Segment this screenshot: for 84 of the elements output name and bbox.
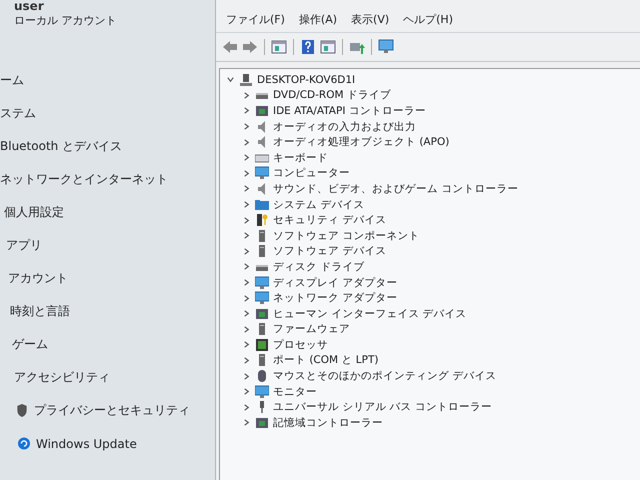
tree-item[interactable]: キーボード	[273, 150, 328, 165]
chevron-icon[interactable]	[242, 294, 251, 303]
chevron-icon[interactable]	[242, 246, 251, 256]
nav-item[interactable]: 時刻と言語	[10, 303, 70, 320]
chevron-icon[interactable]	[226, 75, 235, 84]
menu-item[interactable]: 操作(A)	[298, 12, 338, 32]
tree-item[interactable]: 記憶域コントローラー	[273, 416, 383, 430]
chevron-icon[interactable]	[242, 309, 251, 318]
tree-item[interactable]: ディスク ドライブ	[273, 260, 364, 274]
menu-item[interactable]: 表示(V)	[351, 12, 390, 32]
tree-item[interactable]: ポート (COM と LPT)	[273, 353, 378, 368]
chevron-icon[interactable]	[242, 153, 251, 162]
tree-item[interactable]: オーディオの入力および出力	[273, 120, 416, 134]
back-arrow-icon[interactable]	[222, 39, 238, 55]
chevron-icon[interactable]	[242, 216, 251, 225]
tree-item[interactable]: マウスとそのほかのポインティング デバイス	[273, 369, 496, 384]
computer-icon	[239, 72, 253, 87]
chevron-icon[interactable]	[242, 138, 251, 147]
tree-item[interactable]: モニター	[273, 384, 317, 399]
tree-item[interactable]: システム デバイス	[273, 198, 364, 212]
tree-item[interactable]: DVD/CD-ROM ドライブ	[273, 88, 391, 102]
monitor-icon	[255, 276, 269, 290]
chevron-icon[interactable]	[242, 168, 251, 178]
chip-icon	[255, 306, 269, 321]
menu-item[interactable]: ヘルプ(H)	[403, 12, 453, 32]
monitor-icon[interactable]	[378, 39, 394, 55]
chevron-icon[interactable]	[242, 200, 251, 210]
chevron-icon[interactable]	[242, 372, 251, 381]
monitor-icon	[255, 291, 269, 306]
nav-item[interactable]: 個人用設定	[4, 204, 64, 221]
tree-item[interactable]: ディスプレイ アダプター	[273, 276, 398, 290]
nav-item[interactable]: ステム	[0, 105, 36, 122]
chevron-icon[interactable]	[242, 278, 251, 288]
chevron-icon[interactable]	[242, 122, 251, 132]
nav-item[interactable]: アカウント	[8, 270, 68, 287]
chevron-icon[interactable]	[242, 231, 251, 240]
tree-item[interactable]: IDE ATA/ATAPI コントローラー	[273, 104, 426, 118]
chevron-icon[interactable]	[242, 387, 251, 396]
monitor-icon	[255, 166, 269, 180]
tree-item[interactable]: ソフトウェア デバイス	[273, 244, 386, 258]
chevron-icon[interactable]	[242, 418, 251, 428]
forward-arrow-icon[interactable]	[242, 39, 258, 55]
tree-item[interactable]: コンピューター	[273, 166, 350, 180]
tree-item[interactable]: プロセッサ	[273, 338, 328, 352]
chevron-icon[interactable]	[242, 340, 251, 350]
panel-icon[interactable]	[320, 39, 336, 55]
panel-icon[interactable]	[271, 39, 287, 55]
tree-item[interactable]: サウンド、ビデオ、およびゲーム コントローラー	[273, 182, 518, 196]
chip-icon	[255, 416, 269, 430]
chevron-icon[interactable]	[242, 356, 251, 365]
chevron-icon[interactable]	[242, 402, 251, 412]
tree-item[interactable]: DESKTOP-KOV6D1I	[257, 74, 356, 86]
nav-item[interactable]: Bluetooth とデバイス	[0, 138, 122, 155]
chevron-icon[interactable]	[242, 262, 251, 272]
account-type: ローカル アカウント	[14, 13, 118, 28]
update-icon	[18, 437, 30, 450]
folder-icon	[255, 198, 269, 212]
chevron-icon[interactable]	[242, 106, 251, 116]
nav-item[interactable]: ーム	[0, 72, 24, 89]
mouse-icon	[255, 369, 269, 384]
monitor-icon	[255, 384, 269, 399]
help-icon[interactable]	[300, 39, 316, 55]
tree-item[interactable]: ネットワーク アダプター	[273, 291, 398, 306]
cpu-icon	[255, 338, 269, 352]
nav-item[interactable]: アプリ	[6, 237, 42, 254]
nav-item[interactable]: ネットワークとインターネット	[0, 171, 168, 188]
key-icon	[255, 213, 269, 228]
nav-item[interactable]: Windows Update	[36, 436, 137, 450]
user-name: user	[14, 0, 45, 12]
shield-icon	[16, 404, 28, 417]
tree-item[interactable]: ソフトウェア コンポーネント	[273, 228, 420, 243]
menu-item[interactable]: ファイル(F)	[226, 12, 285, 32]
chip-icon	[255, 104, 269, 118]
nav-item[interactable]: アクセシビリティ	[14, 369, 110, 386]
tree-item[interactable]: セキュリティ デバイス	[273, 213, 386, 228]
tree-item[interactable]: ファームウェア	[273, 322, 350, 336]
chevron-icon[interactable]	[242, 324, 251, 334]
nav-item[interactable]: プライバシーとセキュリティ	[34, 402, 190, 419]
chevron-icon[interactable]	[242, 90, 251, 100]
tree-item[interactable]: ユニバーサル シリアル バス コントローラー	[273, 400, 492, 414]
chevron-icon[interactable]	[242, 184, 251, 194]
tree-item[interactable]: ヒューマン インターフェイス デバイス	[273, 306, 467, 321]
tree-item[interactable]: オーディオ処理オブジェクト (APO)	[273, 135, 450, 150]
nav-item[interactable]: ゲーム	[12, 336, 48, 353]
